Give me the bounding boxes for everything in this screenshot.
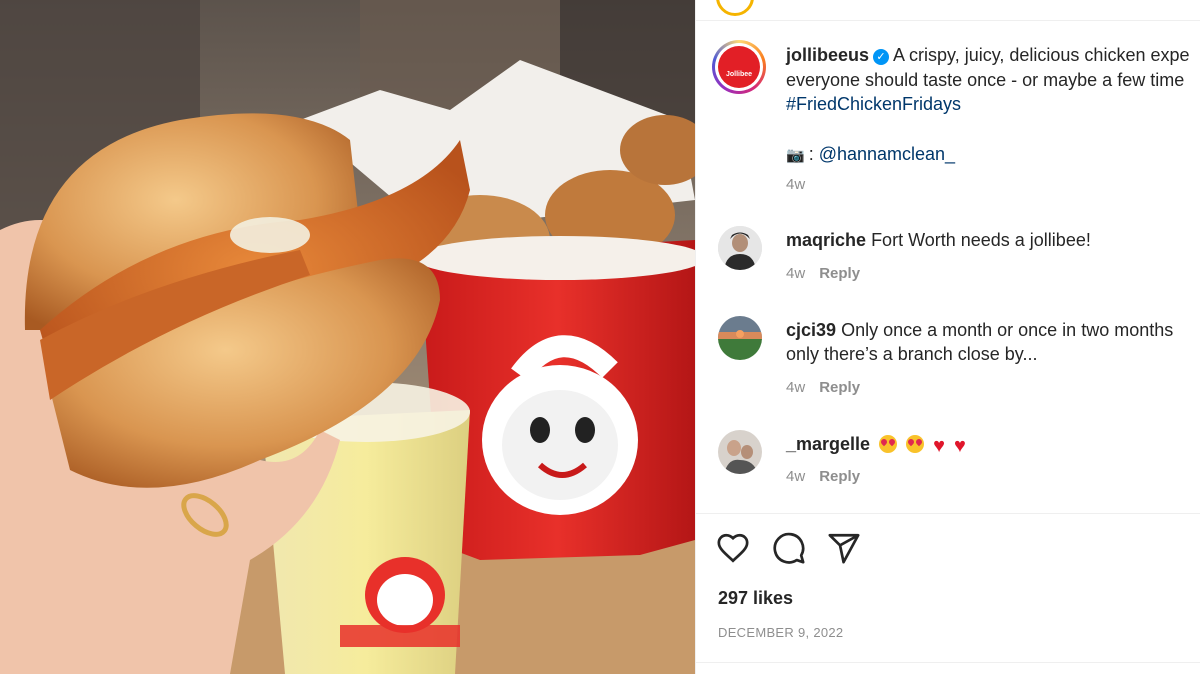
comment-meta: 4w Reply [786,379,860,396]
caption-text-1: A crispy, juicy, delicious chicken expe [893,45,1190,65]
verified-badge-icon: ✓ [873,49,890,65]
author-username[interactable]: jollibeeus [786,45,869,65]
comment-meta: 4w Reply [786,265,860,282]
comment-text: Fort Worth needs a jollibee! [871,230,1091,250]
post-details-panel: Jollibee jollibeeus ✓ A crispy, juicy, del… [695,0,1200,674]
person-photo [718,226,762,270]
camera-icon: 📷 [786,147,805,164]
post-image [0,0,695,674]
comment-2-line-2: only there’s a branch close by... [786,344,1038,364]
caption-time: 4w [786,176,806,193]
reply-button[interactable]: Reply [819,379,860,396]
reply-button[interactable]: Reply [819,468,860,485]
credit-link[interactable]: @hannamclean_ [819,144,955,164]
comment-meta: 4w Reply [786,468,860,485]
hashtag-link[interactable]: #FriedChickenFridays [786,92,961,117]
post-date: DECEMBER 9, 2022 [718,625,844,640]
person-photo [718,430,762,474]
heart-icon[interactable] [716,531,750,565]
commenter-avatar[interactable] [718,316,762,360]
divider [696,513,1200,514]
comment-3: _margelle ♥ ♥ [786,432,966,459]
commenter-avatar[interactable] [718,226,762,270]
divider [696,662,1200,663]
comment-2: cjci39 Only once a month or once in two … [786,318,1173,343]
heart-eyes-emoji-icon [879,435,898,453]
share-icon[interactable] [827,531,861,565]
comment-1: maqriche Fort Worth needs a jollibee! [786,228,1091,253]
top-header-strip [696,0,1200,21]
red-heart-emoji-icon: ♥ [933,435,945,457]
header-avatar[interactable] [716,0,754,16]
landscape-photo [718,316,762,360]
author-avatar[interactable]: Jollibee [712,40,766,94]
reply-button[interactable]: Reply [819,265,860,282]
comment-icon[interactable] [772,531,806,565]
comment-time: 4w [786,379,806,396]
caption-line-1: jollibeeus ✓ A crispy, juicy, delicious ch… [786,43,1190,68]
comment-time: 4w [786,265,806,282]
comment-username[interactable]: maqriche [786,230,866,250]
likes-count[interactable]: 297 likes [718,588,793,609]
red-heart-emoji-icon: ♥ [954,435,966,457]
comment-username[interactable]: _margelle [786,434,870,454]
comment-username[interactable]: cjci39 [786,320,836,340]
comment-time: 4w [786,468,806,485]
caption-line-2: everyone should taste once - or maybe a … [786,70,1185,90]
heart-eyes-emoji-icon [906,435,925,453]
photo-credit-line: 📷: @hannamclean_ [786,144,956,164]
commenter-avatar[interactable] [718,430,762,474]
post-photo[interactable] [0,0,695,674]
comment-text: Only once a month or once in two months [841,320,1174,340]
